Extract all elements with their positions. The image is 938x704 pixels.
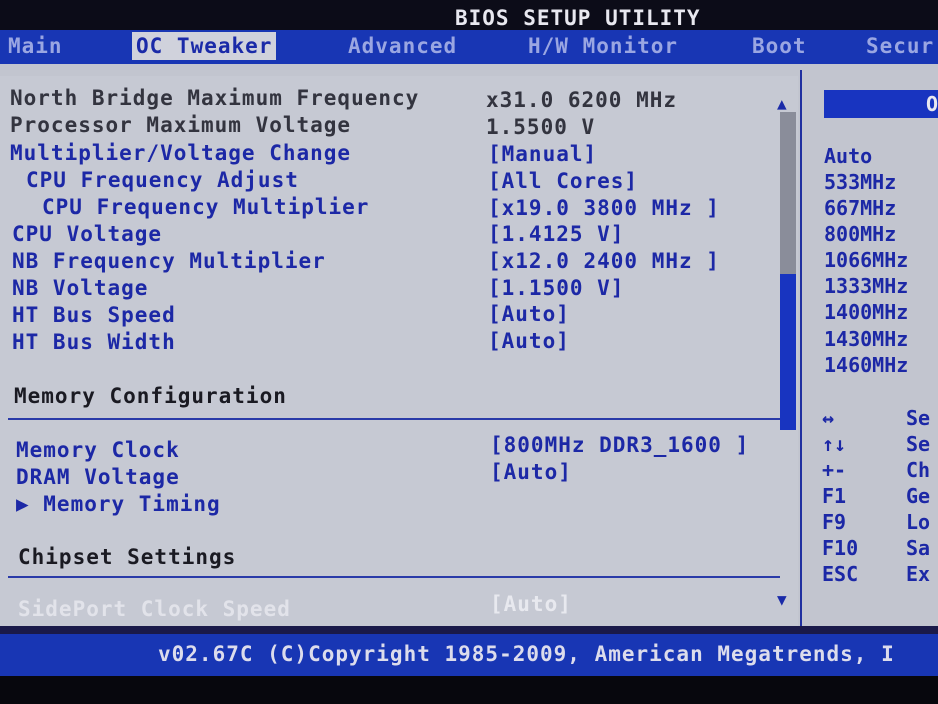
setting-value-multiplier-voltage-change[interactable]: [Manual] xyxy=(488,142,597,166)
scroll-down-arrow-icon[interactable]: ▼ xyxy=(777,590,787,609)
setting-label-memory-clock[interactable]: Memory Clock xyxy=(16,438,180,462)
tab-security[interactable]: Secur xyxy=(866,32,934,60)
setting-value-memory-clock[interactable]: [800MHz DDR3_1600 ] xyxy=(490,433,749,457)
tab-main[interactable]: Main xyxy=(8,32,63,60)
copyright-text: v02.67C (C)Copyright 1985-2009, American… xyxy=(158,642,895,666)
option-item[interactable]: 800MHz xyxy=(824,222,896,246)
setting-value-ht-bus-speed[interactable]: [Auto] xyxy=(488,302,570,326)
tab-boot[interactable]: Boot xyxy=(752,32,807,60)
key-hint-label: Se xyxy=(906,432,931,456)
option-item[interactable]: 1430MHz xyxy=(824,327,908,351)
help-header: O xyxy=(824,90,938,118)
help-header-label: O xyxy=(925,92,938,116)
setting-value-sideport-clock-speed: [Auto] xyxy=(490,592,572,616)
key-hint-label: Ge xyxy=(906,484,931,508)
bottom-bezel xyxy=(0,676,938,704)
setting-label-multiplier-voltage-change[interactable]: Multiplier/Voltage Change xyxy=(10,141,351,165)
setting-label-cpu-voltage[interactable]: CPU Voltage xyxy=(12,222,162,246)
setting-value-nb-voltage[interactable]: [1.1500 V] xyxy=(488,276,624,300)
section-divider xyxy=(8,418,780,420)
footer-bar: v02.67C (C)Copyright 1985-2009, American… xyxy=(0,634,938,676)
setting-value-cpu-freq-multiplier[interactable]: [x19.0 3800 MHz ] xyxy=(488,196,720,220)
option-item[interactable]: Auto xyxy=(824,144,872,168)
option-item[interactable]: 1333MHz xyxy=(824,274,908,298)
setting-label-ht-bus-speed[interactable]: HT Bus Speed xyxy=(12,303,176,327)
setting-label-cpu-freq-multiplier[interactable]: CPU Frequency Multiplier xyxy=(42,195,369,219)
option-item[interactable]: 533MHz xyxy=(824,170,896,194)
option-item[interactable]: 1066MHz xyxy=(824,248,908,272)
setting-label-sideport-clock-speed: SidePort Clock Speed xyxy=(18,597,291,621)
key-f10: F10 xyxy=(822,536,859,560)
section-divider xyxy=(8,576,780,578)
panel-divider xyxy=(800,70,802,626)
setting-value-cpu-voltage[interactable]: [1.4125 V] xyxy=(488,222,624,246)
setting-value-ht-bus-width[interactable]: [Auto] xyxy=(488,329,570,353)
submenu-memory-timing[interactable]: ▶ Memory Timing xyxy=(16,492,221,516)
title-bar: BIOS SETUP UTILITY xyxy=(0,0,938,32)
option-item[interactable]: 1460MHz xyxy=(824,353,908,377)
tab-oc-tweaker[interactable]: OC Tweaker xyxy=(132,32,277,60)
key-select-screen-icon: ↔ xyxy=(822,406,835,430)
setting-label-nb-voltage[interactable]: NB Voltage xyxy=(12,276,148,300)
tab-hw-monitor[interactable]: H/W Monitor xyxy=(528,32,678,60)
key-hint-label: Sa xyxy=(906,536,931,560)
setting-label-proc-max-voltage: Processor Maximum Voltage xyxy=(10,113,352,137)
key-select-item-icon: ↑↓ xyxy=(822,432,847,456)
bios-title: BIOS SETUP UTILITY xyxy=(455,6,701,30)
setting-label-nb-freq-multiplier[interactable]: NB Frequency Multiplier xyxy=(12,249,326,273)
key-esc: ESC xyxy=(822,562,859,586)
setting-value-nb-freq-multiplier[interactable]: [x12.0 2400 MHz ] xyxy=(488,249,720,273)
setting-label-ht-bus-width[interactable]: HT Bus Width xyxy=(12,330,176,354)
key-hint-label: Lo xyxy=(906,510,931,534)
setting-value-nb-max-freq: x31.0 6200 MHz xyxy=(486,88,678,112)
setting-value-proc-max-voltage: 1.5500 V xyxy=(486,115,596,139)
setting-label-dram-voltage[interactable]: DRAM Voltage xyxy=(16,465,180,489)
key-hint-label: Ch xyxy=(906,458,931,482)
setting-value-cpu-freq-adjust[interactable]: [All Cores] xyxy=(488,169,638,193)
key-f1: F1 xyxy=(822,484,847,508)
key-f9: F9 xyxy=(822,510,847,534)
key-hint-label: Se xyxy=(906,406,931,430)
tab-advanced[interactable]: Advanced xyxy=(348,32,457,60)
key-change-option: +- xyxy=(822,458,847,482)
scroll-up-arrow-icon[interactable]: ▲ xyxy=(777,94,787,113)
setting-label-nb-max-freq: North Bridge Maximum Frequency xyxy=(10,86,420,110)
option-item[interactable]: 1400MHz xyxy=(824,300,908,324)
section-heading-memory: Memory Configuration xyxy=(14,384,287,408)
setting-label-cpu-freq-adjust[interactable]: CPU Frequency Adjust xyxy=(26,168,299,192)
key-hint-label: Ex xyxy=(906,562,931,586)
section-heading-chipset: Chipset Settings xyxy=(18,545,237,569)
tab-bar: Main OC Tweaker Advanced H/W Monitor Boo… xyxy=(0,30,938,64)
option-item[interactable]: 667MHz xyxy=(824,196,896,220)
scrollbar-track xyxy=(780,112,796,274)
scrollbar-thumb[interactable] xyxy=(780,274,796,430)
setting-value-dram-voltage[interactable]: [Auto] xyxy=(490,460,572,484)
